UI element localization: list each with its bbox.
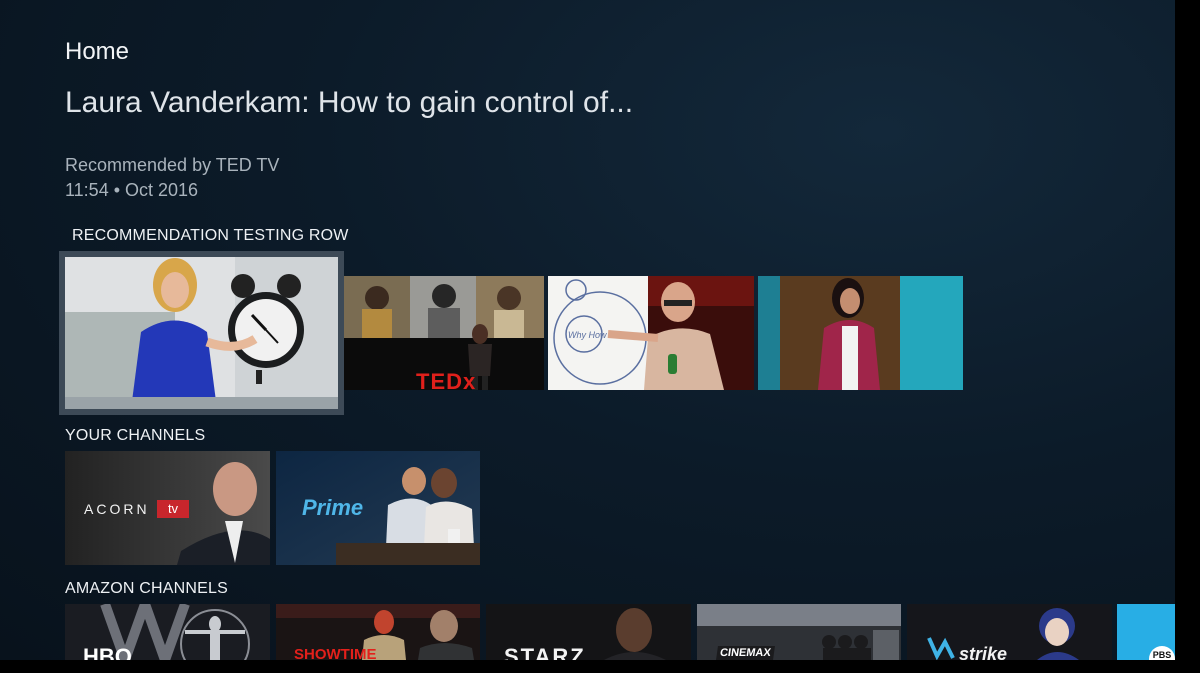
channel-tile-prime[interactable]: Prime: [276, 451, 480, 565]
row-label-your-channels: YOUR CHANNELS: [65, 427, 206, 444]
talk-thumbnail-image: [758, 276, 963, 390]
channel-tile-starz[interactable]: STARZ: [486, 604, 691, 660]
channel-artwork-image: [907, 604, 1112, 660]
channel-tile-acorn-tv[interactable]: ACORN tv: [65, 451, 270, 565]
duration-date-text: 11:54 • Oct 2016: [65, 180, 199, 200]
acorn-brand-text: ACORN: [84, 501, 150, 517]
channel-tile-cinemax[interactable]: CINEMAX: [697, 604, 901, 660]
talk-thumbnail-image: [65, 257, 338, 409]
featured-title: Laura Vanderkam: How to gain control of.…: [65, 86, 634, 119]
talk-tile-speaker-red[interactable]: [758, 276, 963, 390]
tedx-logo-text: TEDx: [416, 369, 477, 390]
fire-tv-home-screen: Home Laura Vanderkam: How to gain contro…: [0, 0, 1175, 660]
hbo-brand-text: HBO: [83, 644, 132, 660]
page-title: Home: [65, 38, 130, 65]
acorn-tv-badge: tv: [157, 500, 189, 518]
row-label-amazon-channels: AMAZON CHANNELS: [65, 580, 229, 597]
prime-brand-text: Prime: [302, 495, 364, 520]
channel-tile-hbo[interactable]: HBO: [65, 604, 270, 660]
channel-tile-showtime[interactable]: SHOWTIME: [276, 604, 480, 660]
recommended-by-text: Recommended by TED TV: [65, 155, 280, 175]
cinemax-brand-text: CINEMAX: [716, 646, 775, 660]
row-label-recommendation: RECOMMENDATION TESTING ROW: [72, 227, 349, 244]
channel-tile-strike[interactable]: strike: [907, 604, 1112, 660]
starz-brand-text: STARZ: [504, 644, 586, 660]
pbs-brand-text: PBS: [1149, 646, 1175, 660]
whiteboard-text: Why How: [568, 330, 607, 340]
talk-tile-laura-vanderkam[interactable]: [65, 257, 338, 409]
talk-tile-whiteboard[interactable]: Why How: [548, 276, 754, 390]
showtime-brand-text: SHOWTIME: [294, 646, 377, 660]
channel-tile-pbs[interactable]: PBS: [1117, 604, 1175, 660]
talk-tile-tedx[interactable]: TEDx: [344, 276, 544, 390]
strike-brand-text: strike: [959, 644, 1008, 660]
